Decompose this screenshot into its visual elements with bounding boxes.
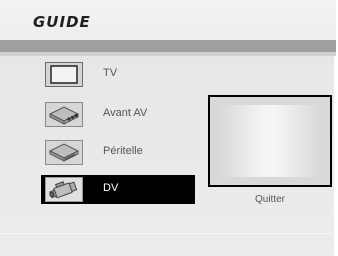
- quit-button[interactable]: Quitter: [208, 194, 332, 205]
- menu-item-peritelle[interactable]: Péritelle: [41, 138, 195, 167]
- menu-item-label: Péritelle: [103, 145, 143, 157]
- menu-item-label: Avant AV: [103, 107, 148, 119]
- menu-item-dv[interactable]: DV: [41, 175, 195, 204]
- page-title: GUIDE: [33, 13, 91, 31]
- guide-screen: GUIDE TV Avant AV Péritelle DV Quitter: [0, 0, 336, 256]
- dv-camera-icon: [45, 177, 83, 202]
- av-front-icon: [45, 102, 83, 127]
- tv-icon: [45, 62, 83, 87]
- preview-screen: [218, 105, 322, 177]
- menu-item-label: DV: [103, 182, 119, 194]
- video-preview: [208, 95, 332, 187]
- scart-icon: [45, 140, 83, 165]
- footer-divider: [0, 233, 336, 234]
- title-bar: GUIDE: [0, 0, 336, 40]
- menu-item-label: TV: [103, 67, 118, 79]
- header-divider: [0, 40, 336, 52]
- menu-item-avant-av[interactable]: Avant AV: [41, 100, 195, 129]
- menu-item-tv[interactable]: TV: [41, 60, 195, 89]
- header-divider-light: [0, 52, 336, 56]
